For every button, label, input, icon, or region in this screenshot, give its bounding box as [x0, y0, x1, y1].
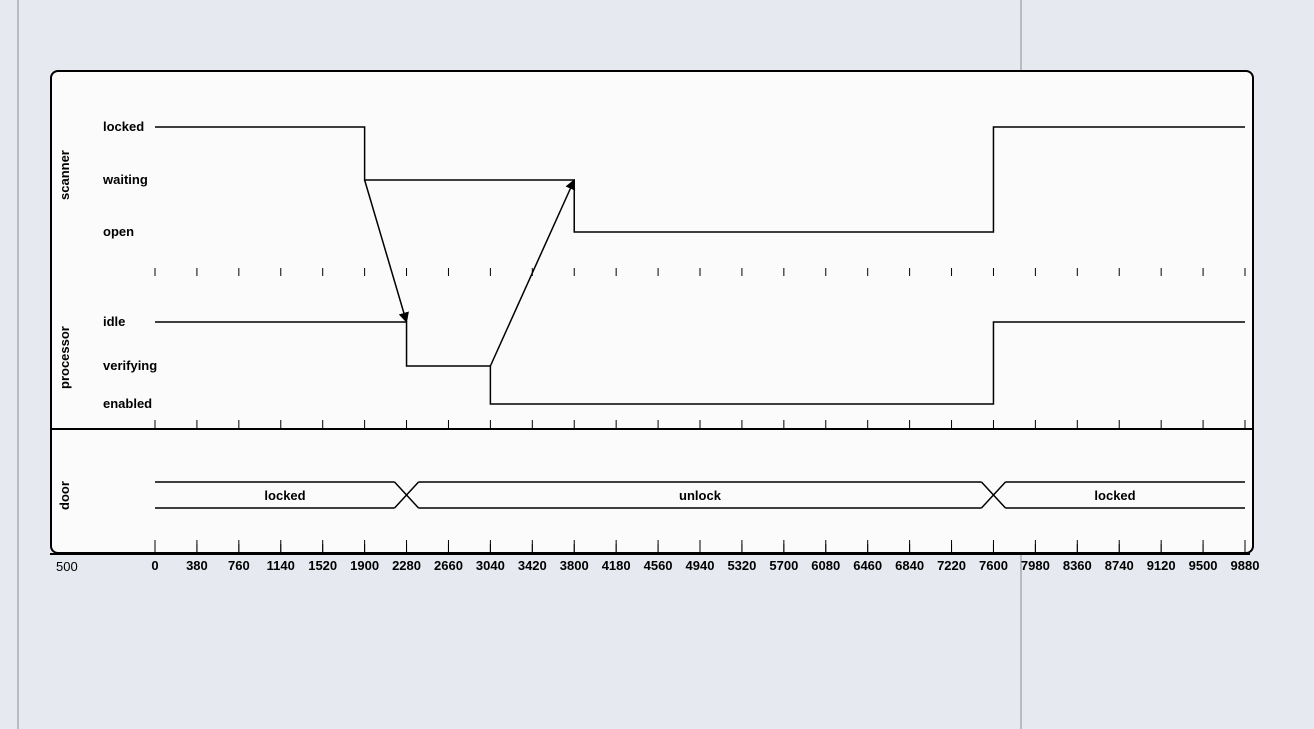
scanner-row-label: scanner: [57, 150, 72, 200]
svg-text:7220: 7220: [937, 558, 966, 573]
svg-text:1520: 1520: [308, 558, 337, 573]
door-seg-0: locked: [155, 488, 415, 503]
svg-text:6460: 6460: [853, 558, 882, 573]
svg-text:9120: 9120: [1147, 558, 1176, 573]
svg-text:1900: 1900: [350, 558, 379, 573]
scanner-panel: [50, 70, 1254, 280]
svg-text:7980: 7980: [1021, 558, 1050, 573]
svg-text:4560: 4560: [644, 558, 673, 573]
svg-text:6080: 6080: [811, 558, 840, 573]
svg-text:5700: 5700: [769, 558, 798, 573]
svg-text:2660: 2660: [434, 558, 463, 573]
page-left-edge: [17, 0, 19, 729]
svg-text:0: 0: [151, 558, 158, 573]
svg-text:7600: 7600: [979, 558, 1008, 573]
scanner-state-waiting: waiting: [103, 172, 148, 187]
processor-state-enabled: enabled: [103, 396, 152, 411]
svg-text:9880: 9880: [1231, 558, 1260, 573]
scanner-state-locked: locked: [103, 119, 144, 134]
svg-text:8360: 8360: [1063, 558, 1092, 573]
processor-state-verifying: verifying: [103, 358, 157, 373]
svg-text:380: 380: [186, 558, 208, 573]
svg-text:8740: 8740: [1105, 558, 1134, 573]
svg-text:760: 760: [228, 558, 250, 573]
svg-text:1140: 1140: [267, 558, 295, 573]
svg-text:3420: 3420: [518, 558, 547, 573]
svg-text:4180: 4180: [602, 558, 631, 573]
processor-state-idle: idle: [103, 314, 125, 329]
processor-panel: [50, 278, 1254, 430]
svg-text:5320: 5320: [727, 558, 756, 573]
svg-text:3040: 3040: [476, 558, 505, 573]
door-seg-2: locked: [985, 488, 1245, 503]
processor-row-label: processor: [57, 326, 72, 389]
svg-text:3800: 3800: [560, 558, 589, 573]
svg-text:4940: 4940: [686, 558, 715, 573]
svg-text:9500: 9500: [1189, 558, 1218, 573]
svg-text:6840: 6840: [895, 558, 924, 573]
page: scanner locked waiting open processor id…: [0, 0, 1314, 729]
axis-offset: 500: [56, 559, 78, 574]
scanner-state-open: open: [103, 224, 134, 239]
door-seg-1: unlock: [430, 488, 970, 503]
door-row-label: door: [57, 481, 72, 510]
svg-text:2280: 2280: [392, 558, 421, 573]
